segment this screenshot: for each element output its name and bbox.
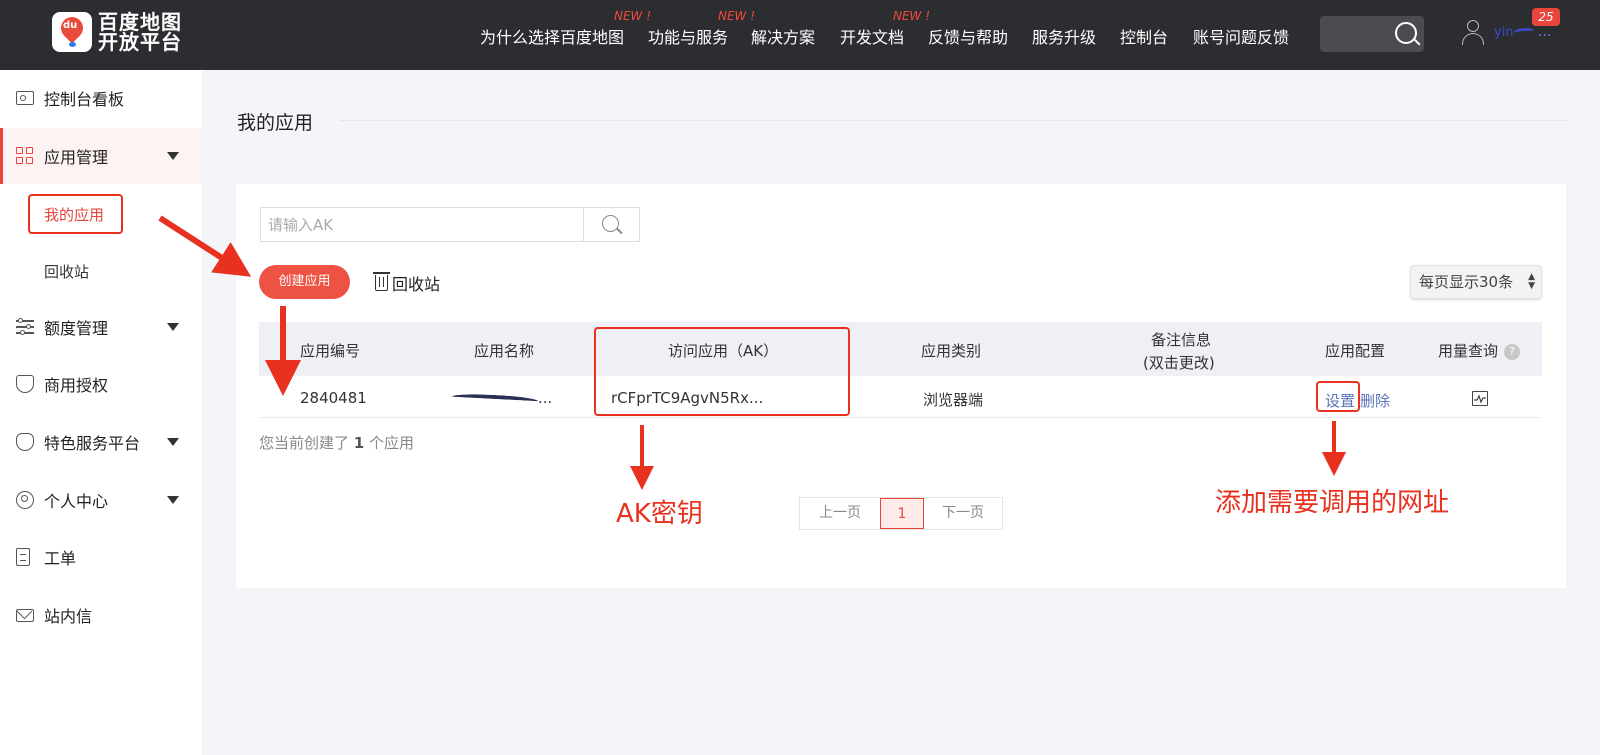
annotation-url-label: 添加需要调用的网址 <box>1215 488 1450 518</box>
annotation-arrows <box>158 215 1346 490</box>
annotation-arrow <box>158 215 252 277</box>
annotation-ak-label: AK密钥 <box>616 499 703 529</box>
